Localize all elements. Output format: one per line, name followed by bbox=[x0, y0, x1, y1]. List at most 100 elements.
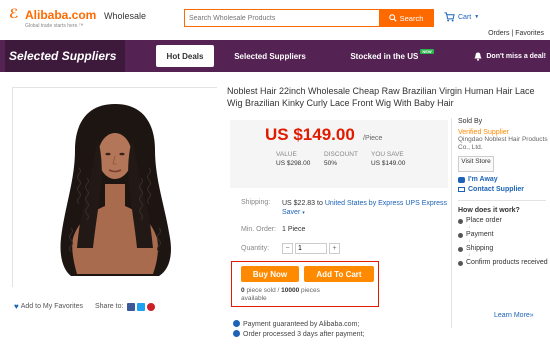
buy-now-label: Buy Now bbox=[252, 269, 288, 279]
pinterest-icon[interactable] bbox=[147, 302, 156, 311]
value-amount: US $298.00 bbox=[276, 160, 311, 167]
wig-mannequin-image bbox=[13, 88, 218, 288]
increment-button[interactable]: + bbox=[329, 243, 340, 254]
step-item: Payment bbox=[458, 231, 548, 238]
logo-name: Alibaba.com bbox=[25, 8, 97, 22]
verified-supplier-badge[interactable]: Verified Supplier bbox=[458, 129, 548, 136]
save-amount: US $149.00 bbox=[371, 160, 406, 167]
step-item: Shipping bbox=[458, 245, 548, 252]
price-unit: /Piece bbox=[363, 135, 383, 142]
share-label: Share to: bbox=[95, 303, 124, 310]
section-title: Wholesale bbox=[104, 11, 147, 21]
save-column: YOU SAVE US $149.00 bbox=[371, 150, 411, 168]
step-item: Confirm products received bbox=[458, 259, 548, 267]
im-away-label: I'm Away bbox=[468, 176, 498, 183]
add-to-cart-button[interactable]: Add To Cart bbox=[304, 266, 374, 282]
account-links: Orders | Favorites bbox=[488, 30, 544, 37]
step-label: Confirm products received bbox=[466, 259, 548, 266]
heart-icon: ♥ bbox=[14, 302, 19, 311]
save-label: YOU SAVE bbox=[371, 151, 404, 158]
new-badge: NEW bbox=[420, 48, 434, 54]
quantity-input[interactable] bbox=[295, 243, 327, 254]
sold-text: piece sold / bbox=[246, 287, 280, 294]
discount-column: DISCOUNT 50% bbox=[324, 150, 364, 168]
company-name[interactable]: Qingdao Noblest Hair Products Co., Ltd. bbox=[458, 136, 548, 152]
chevron-down-icon: ▼ bbox=[474, 14, 480, 20]
dropdown-icon[interactable]: ▾ bbox=[302, 210, 305, 216]
links-separator: | bbox=[511, 30, 514, 37]
orders-link[interactable]: Orders bbox=[488, 30, 509, 37]
add-to-cart-label: Add To Cart bbox=[316, 269, 362, 279]
buy-now-button[interactable]: Buy Now bbox=[241, 266, 299, 282]
available-text: pieces bbox=[301, 287, 320, 294]
bell-icon bbox=[474, 52, 482, 61]
guarantee-text: Order processed 3 days after payment; bbox=[243, 330, 365, 338]
how-it-works-steps: Place order ↓ Payment ↓ Shipping ↓ Confi… bbox=[458, 217, 548, 267]
alibaba-logo[interactable]: ℰ Alibaba.com Global trade starts here.™ bbox=[9, 6, 99, 32]
product-image[interactable] bbox=[12, 87, 218, 288]
sidebar-divider bbox=[451, 118, 452, 328]
add-favorites-link[interactable]: Add to My Favorites bbox=[21, 303, 83, 310]
value-label: VALUE bbox=[276, 151, 297, 158]
min-order-label: Min. Order: bbox=[241, 226, 277, 233]
gallery-actions: ♥ Add to My Favorites Share to: bbox=[14, 302, 156, 311]
step-icon bbox=[458, 219, 463, 224]
twitter-icon[interactable] bbox=[137, 302, 146, 311]
step-label: Shipping bbox=[466, 245, 494, 252]
shipping-cost: US $22.83 to bbox=[282, 200, 323, 207]
decrement-button[interactable]: − bbox=[282, 243, 293, 254]
guarantee-item: Payment guaranteed by Alibaba.com; bbox=[233, 320, 364, 330]
search-icon bbox=[388, 14, 397, 22]
guarantee-item: Order processed 3 days after payment; bbox=[233, 329, 365, 340]
price-box: US $149.00 /Piece VALUE US $298.00 DISCO… bbox=[230, 120, 448, 188]
tab-stocked-in-us[interactable]: Stocked in the US NEW bbox=[342, 45, 442, 67]
tab-label: Selected Suppliers bbox=[234, 51, 306, 61]
logo-tagline: Global trade starts here.™ bbox=[25, 23, 84, 29]
envelope-icon bbox=[458, 187, 465, 192]
favorites-link[interactable]: Favorites bbox=[515, 30, 544, 37]
guarantee-list: Payment guaranteed by Alibaba.com; Order… bbox=[233, 320, 364, 339]
sold-count: 0 bbox=[241, 287, 245, 294]
nav-bar: Selected Suppliers Hot Deals Selected Su… bbox=[0, 40, 550, 72]
purchase-box: Buy Now Add To Cart 0 piece sold / 10000… bbox=[231, 261, 379, 307]
facebook-icon[interactable] bbox=[127, 302, 136, 311]
step-arrow-icon: ↓ bbox=[468, 252, 471, 258]
learn-more-link[interactable]: Learn More» bbox=[494, 312, 534, 319]
guarantee-text: Payment guaranteed by Alibaba.com; bbox=[243, 321, 360, 328]
promo-link[interactable]: Don't miss a deal! bbox=[473, 52, 546, 61]
search-bar: Search bbox=[184, 9, 434, 27]
tab-hot-deals[interactable]: Hot Deals bbox=[156, 45, 214, 67]
sold-by-label: Sold By bbox=[458, 118, 483, 125]
logo-icon: ℰ bbox=[9, 6, 19, 21]
step-icon bbox=[458, 233, 463, 238]
search-input[interactable] bbox=[185, 10, 381, 26]
shipping-label: Shipping: bbox=[241, 199, 271, 206]
contact-supplier-link[interactable]: Contact Supplier bbox=[458, 186, 548, 193]
visit-store-button[interactable]: Visit Store bbox=[458, 156, 494, 172]
divider bbox=[458, 200, 546, 201]
tab-selected-suppliers[interactable]: Selected Suppliers bbox=[230, 45, 310, 67]
step-arrow-icon: ↓ bbox=[468, 238, 471, 244]
cart-icon bbox=[444, 12, 455, 22]
cart-label: Cart bbox=[458, 13, 472, 21]
product-title: Noblest Hair 22inch Wholesale Cheap Raw … bbox=[227, 86, 535, 108]
available-word: available bbox=[241, 295, 267, 302]
contact-supplier-label: Contact Supplier bbox=[468, 186, 525, 193]
min-order-value: 1 Piece bbox=[282, 226, 306, 233]
step-arrow-icon: ↓ bbox=[468, 224, 471, 230]
chat-icon bbox=[458, 176, 465, 183]
cart-link[interactable]: Cart ▼ bbox=[444, 12, 479, 22]
im-away-status[interactable]: I'm Away bbox=[458, 176, 548, 183]
tab-label: Hot Deals bbox=[166, 51, 204, 61]
quantity-label: Quantity: bbox=[241, 245, 270, 252]
tab-label: Stocked in the US bbox=[350, 51, 419, 61]
check-icon bbox=[233, 329, 240, 337]
step-icon bbox=[458, 247, 463, 252]
share-icons bbox=[127, 302, 156, 311]
search-button[interactable]: Search bbox=[379, 9, 433, 27]
available-count: 10000 bbox=[281, 287, 300, 294]
seller-sidebar: Sold By Verified Supplier Qingdao Nobles… bbox=[458, 118, 548, 267]
top-bar: ℰ Alibaba.com Global trade starts here.™… bbox=[0, 0, 550, 40]
promo-text: Don't miss a deal! bbox=[486, 53, 546, 60]
nav-brand[interactable]: Selected Suppliers bbox=[5, 40, 125, 72]
